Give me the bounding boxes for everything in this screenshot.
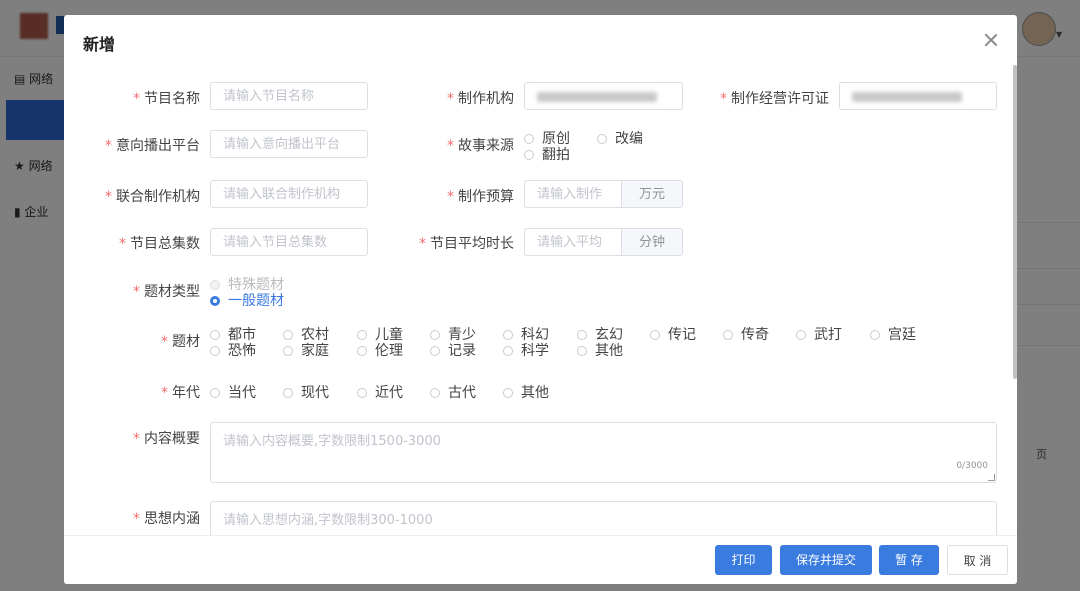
- platform-label: * 意向播出平台: [105, 138, 200, 154]
- radio-label: 家庭: [301, 343, 329, 359]
- radio-theme-option[interactable]: 科学: [503, 340, 549, 360]
- radio-label: 其他: [521, 385, 549, 401]
- summary-counter: 0/3000: [956, 461, 988, 471]
- radio-theme-option[interactable]: 宫廷: [870, 324, 916, 344]
- radio-adapted[interactable]: 改编: [597, 128, 643, 148]
- scrollbar[interactable]: [1013, 65, 1017, 379]
- avg-length-input[interactable]: 请输入平均 分钟: [524, 228, 683, 256]
- era-label: * 年代: [161, 385, 200, 401]
- license-input[interactable]: [839, 82, 997, 110]
- radio-remake[interactable]: 翻拍: [524, 144, 570, 164]
- radio-era-option[interactable]: 现代: [283, 382, 329, 402]
- producer-label: * 制作机构: [447, 91, 514, 107]
- episodes-label: * 节目总集数: [119, 236, 200, 252]
- radio-theme-option[interactable]: 家庭: [283, 340, 329, 360]
- platform-input[interactable]: 请输入意向播出平台: [210, 130, 368, 158]
- avg-length-unit: 分钟: [621, 229, 682, 255]
- radio-era-option[interactable]: 古代: [430, 382, 476, 402]
- radio-era-option[interactable]: 其他: [503, 382, 549, 402]
- summary-label: * 内容概要: [133, 431, 200, 447]
- radio-theme-option[interactable]: 伦理: [357, 340, 403, 360]
- radio-theme-option[interactable]: 传奇: [723, 324, 769, 344]
- close-icon[interactable]: [982, 31, 1000, 49]
- radio-label: 武打: [814, 327, 842, 343]
- radio-label: 其他: [595, 343, 623, 359]
- radio-label: 近代: [375, 385, 403, 401]
- radio-theme-option[interactable]: 记录: [430, 340, 476, 360]
- radio-label: 宫廷: [888, 327, 916, 343]
- radio-label: 恐怖: [228, 343, 256, 359]
- radio-label: 伦理: [375, 343, 403, 359]
- radio-label: 古代: [448, 385, 476, 401]
- stash-button[interactable]: 暂 存: [879, 545, 939, 575]
- radio-label: 科学: [521, 343, 549, 359]
- radio-theme-option[interactable]: 武打: [796, 324, 842, 344]
- save-submit-button[interactable]: 保存并提交: [780, 545, 872, 575]
- radio-theme-option[interactable]: 恐怖: [210, 340, 256, 360]
- dialog-title: 新增: [83, 35, 116, 54]
- budget-unit: 万元: [621, 181, 682, 207]
- budget-placeholder: 请输入制作: [537, 187, 603, 202]
- radio-general-theme[interactable]: 一般题材: [210, 290, 284, 310]
- avg-length-label: * 节目平均时长: [419, 236, 514, 252]
- theme-label: * 题材: [161, 334, 200, 350]
- radio-era-option[interactable]: 当代: [210, 382, 256, 402]
- connotation-placeholder: 请输入思想内涵,字数限制300-1000: [223, 513, 433, 528]
- license-label: * 制作经营许可证: [720, 91, 829, 107]
- story-source-label: * 故事来源: [447, 138, 514, 154]
- resize-handle[interactable]: [988, 474, 995, 481]
- avg-length-placeholder: 请输入平均: [537, 235, 603, 250]
- program-name-label: * 节目名称: [133, 91, 200, 107]
- radio-era-option[interactable]: 近代: [357, 382, 403, 402]
- radio-label: 记录: [448, 343, 476, 359]
- radio-label: 传记: [668, 327, 696, 343]
- radio-label: 当代: [228, 385, 256, 401]
- dialog-footer: [64, 535, 1017, 584]
- co-producer-label: * 联合制作机构: [105, 189, 200, 205]
- add-dialog: 新增 * 节目名称 请输入节目名称 * 制作机构 * 制作经营许可证 * 意向播出平台 …: [64, 15, 1017, 584]
- cancel-button[interactable]: 取 消: [947, 545, 1008, 575]
- theme-type-label: * 题材类型: [133, 284, 200, 300]
- summary-textarea[interactable]: 请输入内容概要,字数限制1500-3000 0/3000: [210, 422, 997, 483]
- radio-label: 传奇: [741, 327, 769, 343]
- budget-label: * 制作预算: [447, 189, 514, 205]
- budget-input[interactable]: 请输入制作 万元: [524, 180, 683, 208]
- print-button[interactable]: 打印: [715, 545, 772, 575]
- co-producer-input[interactable]: 请输入联合制作机构: [210, 180, 368, 208]
- radio-label: 现代: [301, 385, 329, 401]
- program-name-input[interactable]: 请输入节目名称: [210, 82, 368, 110]
- producer-input[interactable]: [524, 82, 683, 110]
- connotation-label: * 思想内涵: [133, 511, 200, 527]
- summary-placeholder: 请输入内容概要,字数限制1500-3000: [223, 434, 441, 449]
- radio-theme-option[interactable]: 传记: [650, 324, 696, 344]
- episodes-input[interactable]: 请输入节目总集数: [210, 228, 368, 256]
- radio-theme-option[interactable]: 其他: [577, 340, 623, 360]
